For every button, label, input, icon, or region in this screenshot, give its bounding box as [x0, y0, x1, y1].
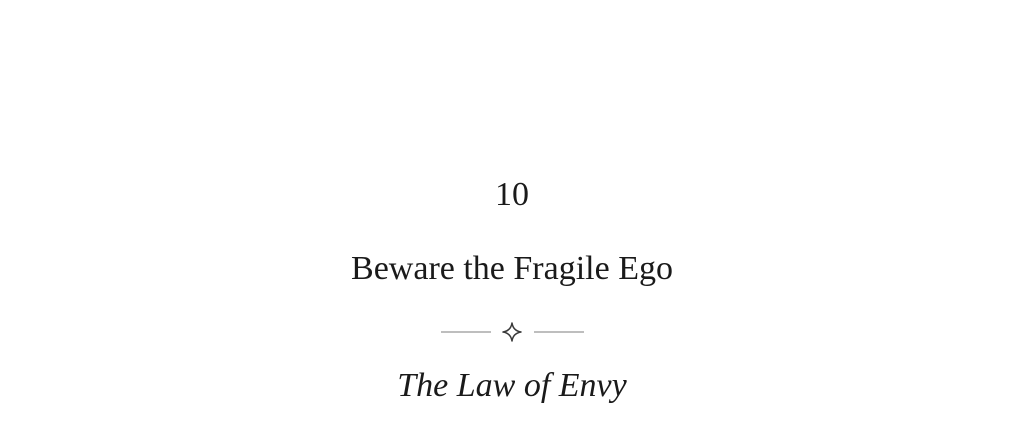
chapter-opening-page: 10 Beware the Fragile Ego The Law of Env… [0, 0, 1024, 438]
chapter-subtitle: The Law of Envy [397, 367, 627, 404]
ornament-divider [441, 322, 584, 342]
four-point-star-icon [502, 322, 522, 342]
chapter-title: Beware the Fragile Ego [351, 250, 673, 287]
chapter-number: 10 [495, 176, 529, 213]
